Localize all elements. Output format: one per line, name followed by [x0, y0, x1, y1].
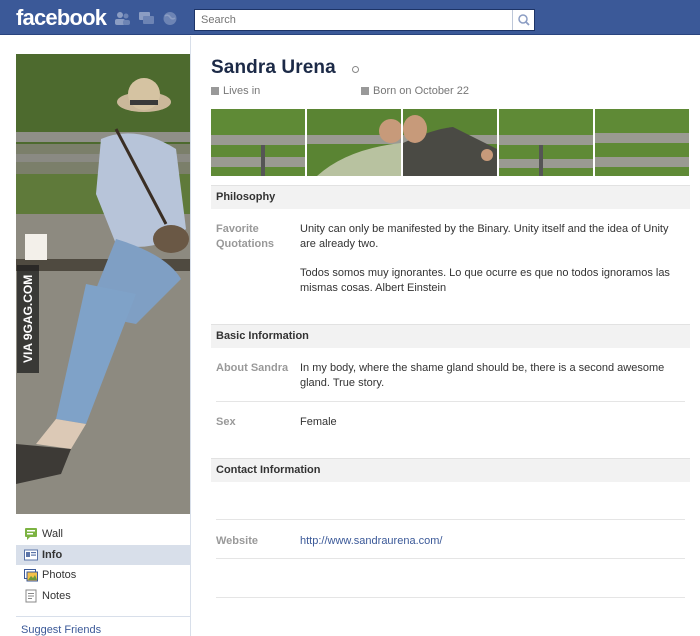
top-bar: facebook: [0, 0, 700, 35]
row-divider: [216, 401, 685, 402]
nav-item-label: Photos: [42, 569, 77, 581]
strip-photo[interactable]: [595, 109, 689, 176]
search-input[interactable]: [195, 10, 511, 30]
row-divider: [216, 558, 685, 559]
notifications-globe-icon[interactable]: [162, 11, 179, 26]
nav-item-label: Wall: [42, 528, 63, 540]
nav-item-photos[interactable]: Photos: [16, 565, 190, 585]
wall-icon: [25, 528, 37, 540]
profile-nav: Wall Info Photos Notes: [16, 524, 190, 606]
man-on-bench-photo-left-image: [307, 109, 401, 176]
website-label: Website: [216, 535, 258, 547]
nav-item-wall[interactable]: Wall: [16, 524, 190, 544]
profile-photo-image: [16, 54, 190, 514]
birthday-text: Born on October 22: [373, 85, 470, 97]
nav-divider: [16, 616, 190, 617]
row-divider: [216, 519, 685, 520]
house-icon: [211, 87, 219, 95]
philosophy-section-header: Philosophy: [211, 185, 690, 209]
online-status-icon: [352, 66, 359, 73]
strip-photo[interactable]: [499, 109, 593, 176]
website-link[interactable]: http://www.sandraurena.com/: [300, 535, 442, 547]
search-icon: [518, 14, 530, 26]
lives-in-meta: Lives in: [211, 85, 260, 97]
row-divider: [216, 597, 685, 598]
friend-requests-icon[interactable]: [114, 11, 131, 26]
photo-strip: [211, 109, 690, 176]
lives-in-text: Lives in: [223, 85, 261, 97]
via-9gag-watermark: VIA 9GAG.COM: [17, 265, 39, 373]
website-value: http://www.sandraurena.com/: [300, 534, 685, 549]
strip-photo[interactable]: [307, 109, 401, 176]
calendar-icon: [361, 87, 369, 95]
sex-value: Female: [300, 416, 337, 428]
photos-icon: [24, 569, 38, 582]
favorite-quotation-2: Todos somos muy ignorantes. Lo que ocurr…: [300, 267, 670, 294]
nav-item-notes[interactable]: Notes: [16, 586, 190, 606]
nav-item-label: Info: [42, 548, 63, 561]
nav-item-info[interactable]: Info: [16, 544, 190, 565]
suggest-friends-link[interactable]: Suggest Friends: [21, 624, 101, 636]
facebook-logo[interactable]: facebook: [16, 5, 107, 31]
search-box[interactable]: [194, 9, 535, 31]
basic-info-section-header: Basic Information: [211, 324, 690, 348]
search-button[interactable]: [512, 10, 534, 30]
left-column-border: [190, 36, 191, 636]
strip-photo[interactable]: [403, 109, 497, 176]
profile-name: Sandra Urena: [211, 57, 336, 78]
nav-item-label: Notes: [42, 589, 71, 602]
profile-picture[interactable]: [16, 54, 190, 514]
bench-photo-image: [499, 109, 593, 176]
info-icon: [24, 549, 38, 560]
strip-photo[interactable]: [211, 109, 305, 176]
sex-label: Sex: [216, 416, 236, 428]
messages-icon[interactable]: [138, 11, 155, 26]
favorite-quotations-label: Favorite Quotations: [216, 223, 275, 250]
bench-photo-image: [211, 109, 305, 176]
contact-info-section-header: Contact Information: [211, 458, 690, 482]
notes-icon: [25, 589, 37, 602]
bench-photo-image: [595, 109, 689, 176]
favorite-quotation-1: Unity can only be manifested by the Bina…: [300, 223, 669, 250]
man-on-bench-photo-right-image: [403, 109, 497, 176]
about-value: In my body, where the shame gland should…: [300, 362, 665, 389]
about-label: About Sandra: [216, 362, 289, 374]
birthday-meta: Born on October 22: [361, 85, 469, 97]
